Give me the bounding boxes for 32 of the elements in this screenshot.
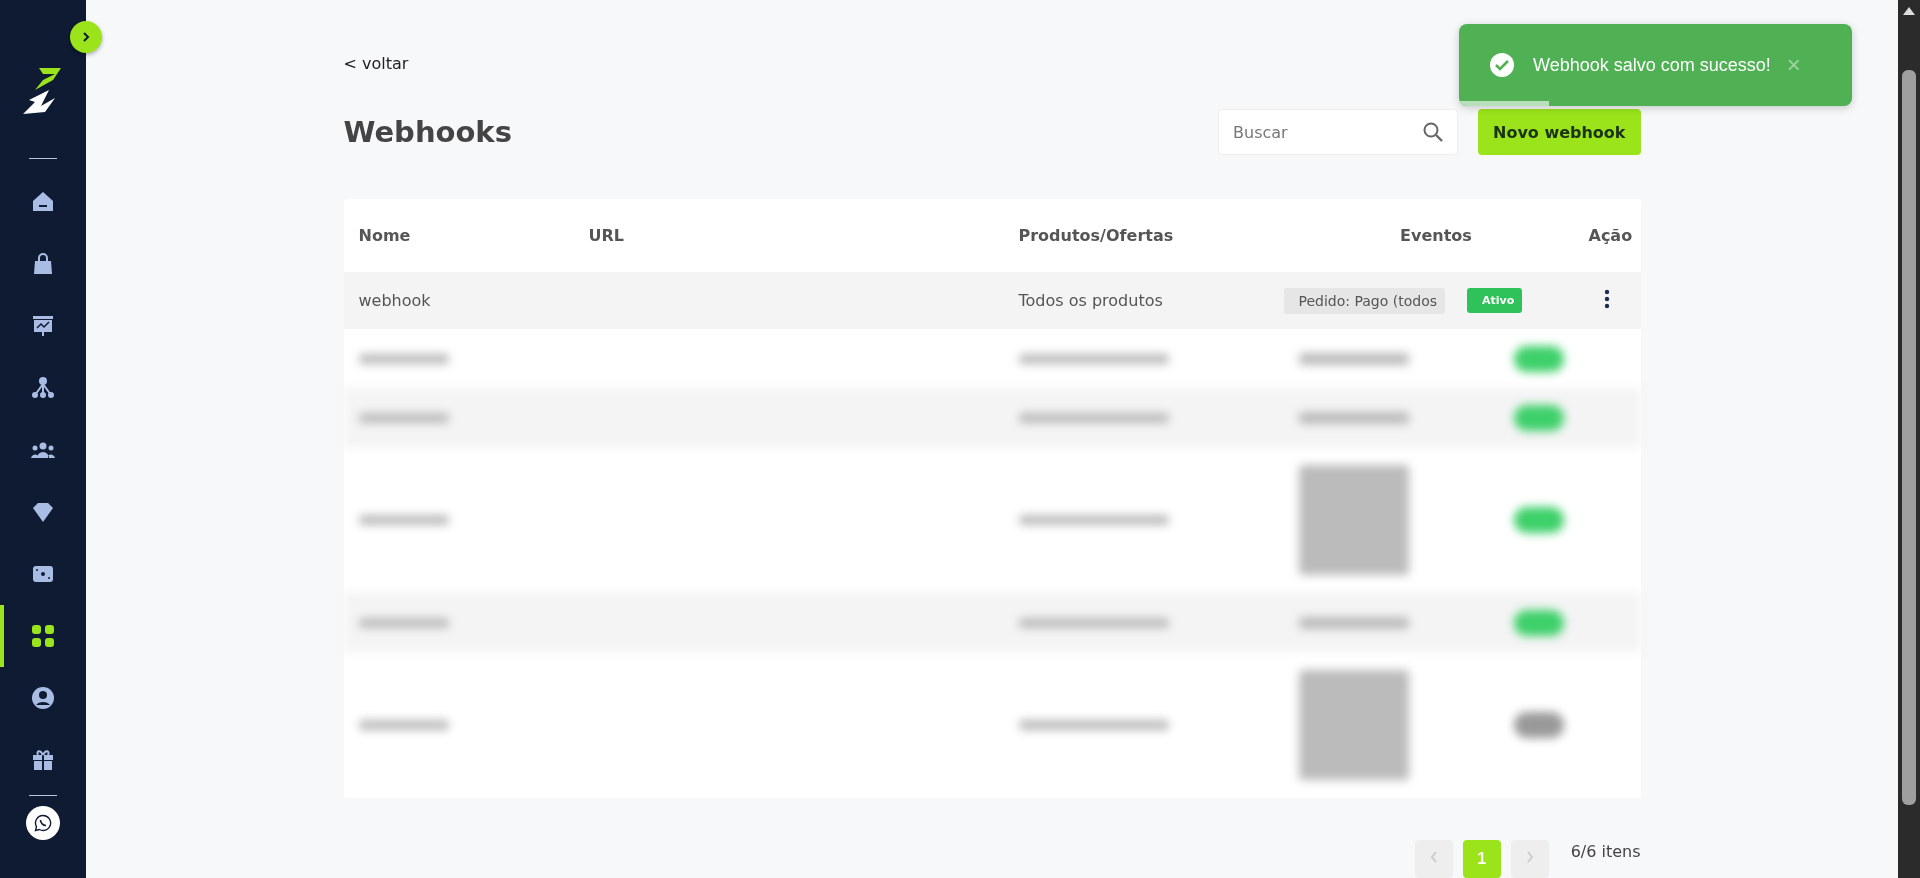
event-tag: Pedido: Pago (todos — [1283, 287, 1445, 314]
new-webhook-button[interactable]: Novo webhook — [1478, 109, 1641, 155]
gift-icon — [30, 747, 56, 773]
item-count: 6/6 itens — [1570, 842, 1641, 861]
table-cell-text: Todos os produtos — [1017, 291, 1164, 310]
column-header: URL — [587, 226, 625, 245]
vertical-dots-icon — [1603, 289, 1610, 309]
chevron-right-icon — [1524, 850, 1535, 864]
presentation-board-icon — [30, 313, 56, 339]
network-nodes-icon — [30, 375, 56, 401]
column-header: Eventos — [1399, 226, 1473, 245]
search-field[interactable]: Buscar — [1218, 109, 1458, 155]
status-badge: Ativo — [1467, 288, 1523, 313]
column-header: Produtos/Ofertas — [1017, 226, 1175, 245]
chevron-right-icon — [80, 31, 92, 43]
scrollbar-thumb[interactable] — [1902, 70, 1916, 805]
column-header: Nome — [357, 226, 412, 245]
toast-message: Webhook salvo com sucesso! — [1533, 54, 1771, 76]
chat-bubble-icon — [34, 814, 52, 832]
check-circle-icon — [1489, 52, 1515, 78]
table-cell-text: webhook — [357, 291, 432, 310]
whatsapp-button[interactable] — [26, 806, 60, 840]
scroll-up-icon[interactable] — [1903, 7, 1915, 15]
scrollbar[interactable] — [1898, 0, 1920, 878]
column-header: Ação — [1587, 226, 1634, 245]
page-title: Webhooks — [343, 115, 513, 149]
chevron-left-icon — [1428, 850, 1439, 864]
apps-grid-icon — [30, 623, 56, 649]
search-icon[interactable] — [1422, 121, 1444, 143]
expand-button[interactable] — [70, 21, 102, 53]
user-circle-icon — [30, 685, 56, 711]
back-link[interactable]: < voltar — [343, 54, 409, 73]
